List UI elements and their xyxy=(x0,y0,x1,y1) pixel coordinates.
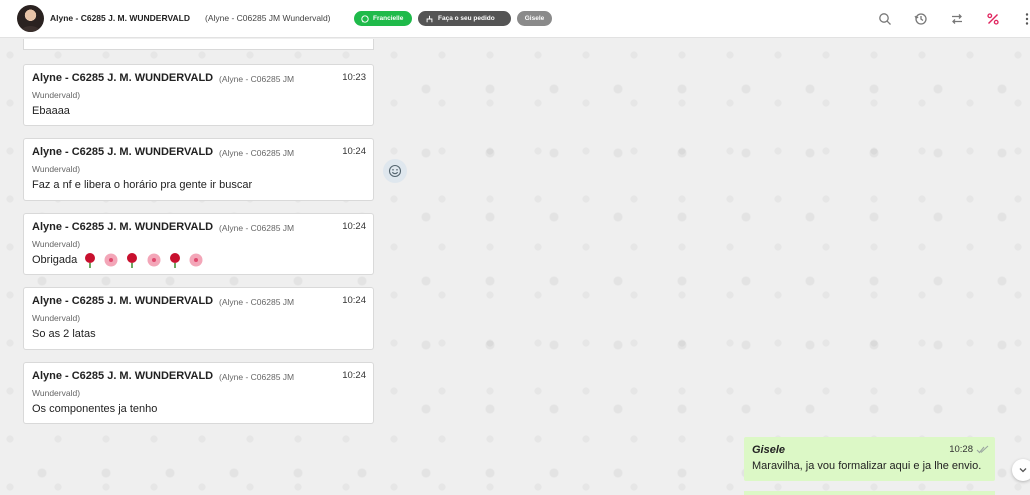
double-check-icon xyxy=(976,445,989,454)
message-bubble[interactable]: Alyne - C6285 J. M. WUNDERVALD (Alyne - … xyxy=(24,214,373,274)
message-bubble[interactable]: Alyne - C6285 J. M. WUNDERVALD (Alyne - … xyxy=(24,288,373,349)
next-outgoing-bubble xyxy=(744,491,995,495)
contact-alias: (Alyne - C06285 JM Wundervald) xyxy=(205,13,331,23)
outgoing-time: 10:28 xyxy=(949,444,973,455)
more-icon[interactable] xyxy=(1020,12,1030,26)
message-alias: (Alyne - C06285 JM xyxy=(219,148,295,158)
outgoing-text: Maravilha, ja vou formalizar aqui e ja l… xyxy=(752,460,982,472)
contact-avatar[interactable] xyxy=(17,5,44,32)
message-alias: (Alyne - C06285 JM xyxy=(219,297,295,307)
outgoing-sender: Gisele xyxy=(752,444,786,456)
scroll-down-button[interactable] xyxy=(1012,459,1030,481)
order-tag[interactable]: Faça o seu pedido xyxy=(418,11,511,26)
message-sender: Alyne - C6285 J. M. WUNDERVALD xyxy=(32,72,214,84)
chevron-down-icon xyxy=(1019,468,1027,473)
message-bubble[interactable]: Alyne - C6285 J. M. WUNDERVALD (Alyne - … xyxy=(24,363,373,423)
rose-emoji-icon xyxy=(127,253,138,268)
hibiscus-emoji-icon xyxy=(189,253,203,267)
message-alias-cont: Wundervald) xyxy=(32,388,81,398)
previous-message-bubble xyxy=(24,39,373,49)
emoji-reaction-button[interactable] xyxy=(383,159,407,183)
message-sender: Alyne - C6285 J. M. WUNDERVALD xyxy=(32,295,214,307)
hibiscus-emoji-icon xyxy=(147,253,161,267)
message-alias-cont: Wundervald) xyxy=(32,239,81,249)
order-tag-label: Faça o seu pedido xyxy=(438,15,495,22)
message-sender: Alyne - C6285 J. M. WUNDERVALD xyxy=(32,146,214,158)
message-text-row: Obrigada xyxy=(32,252,204,268)
message-time: 10:24 xyxy=(342,295,366,306)
message-text: Faz a nf e libera o horário pra gente ir… xyxy=(32,179,253,191)
message-sender: Alyne - C6285 J. M. WUNDERVALD xyxy=(32,370,214,382)
message-alias-cont: Wundervald) xyxy=(32,90,81,100)
message-alias-cont: Wundervald) xyxy=(32,164,81,174)
message-alias: (Alyne - C06285 JM xyxy=(219,372,295,382)
rose-emoji-icon xyxy=(169,253,180,268)
transfer-icon[interactable] xyxy=(950,12,964,26)
message-text: Ebaaaa xyxy=(32,105,70,117)
rose-emoji-icon xyxy=(85,253,96,268)
flow-icon xyxy=(426,15,433,22)
search-icon[interactable] xyxy=(878,12,892,26)
chat-messages-area[interactable]: Alyne - C6285 J. M. WUNDERVALD (Alyne - … xyxy=(0,39,1030,495)
outgoing-message-bubble[interactable]: Gisele 10:28 Maravilha, ja vou formaliza… xyxy=(744,437,995,481)
message-sender: Alyne - C6285 J. M. WUNDERVALD xyxy=(32,221,214,233)
percent-icon[interactable] xyxy=(986,12,1000,26)
agent-tag-label: Gisele xyxy=(524,15,545,22)
message-text: Os componentes ja tenho xyxy=(32,403,158,415)
message-time: 10:24 xyxy=(342,221,366,232)
contact-name[interactable]: Alyne - C6285 J. M. WUNDERVALD xyxy=(50,13,190,23)
whatsapp-icon xyxy=(361,14,369,23)
message-time: 10:24 xyxy=(342,146,366,157)
whatsapp-tag-label: Francielle xyxy=(373,15,404,22)
chat-header: Alyne - C6285 J. M. WUNDERVALD (Alyne - … xyxy=(0,0,1030,38)
agent-tag[interactable]: Gisele xyxy=(517,11,552,26)
message-alias: (Alyne - C06285 JM xyxy=(219,74,295,84)
message-text: So as 2 latas xyxy=(32,328,96,340)
message-time: 10:23 xyxy=(342,72,366,83)
message-time: 10:24 xyxy=(342,370,366,381)
whatsapp-channel-tag[interactable]: Francielle xyxy=(354,11,412,26)
message-bubble[interactable]: Alyne - C6285 J. M. WUNDERVALD (Alyne - … xyxy=(24,65,373,125)
history-icon[interactable] xyxy=(914,12,928,26)
message-alias: (Alyne - C06285 JM xyxy=(219,223,295,233)
smiley-icon xyxy=(388,164,402,178)
message-bubble[interactable]: Alyne - C6285 J. M. WUNDERVALD (Alyne - … xyxy=(24,139,373,200)
message-alias-cont: Wundervald) xyxy=(32,313,81,323)
message-text: Obrigada xyxy=(32,253,78,266)
hibiscus-emoji-icon xyxy=(104,253,118,267)
